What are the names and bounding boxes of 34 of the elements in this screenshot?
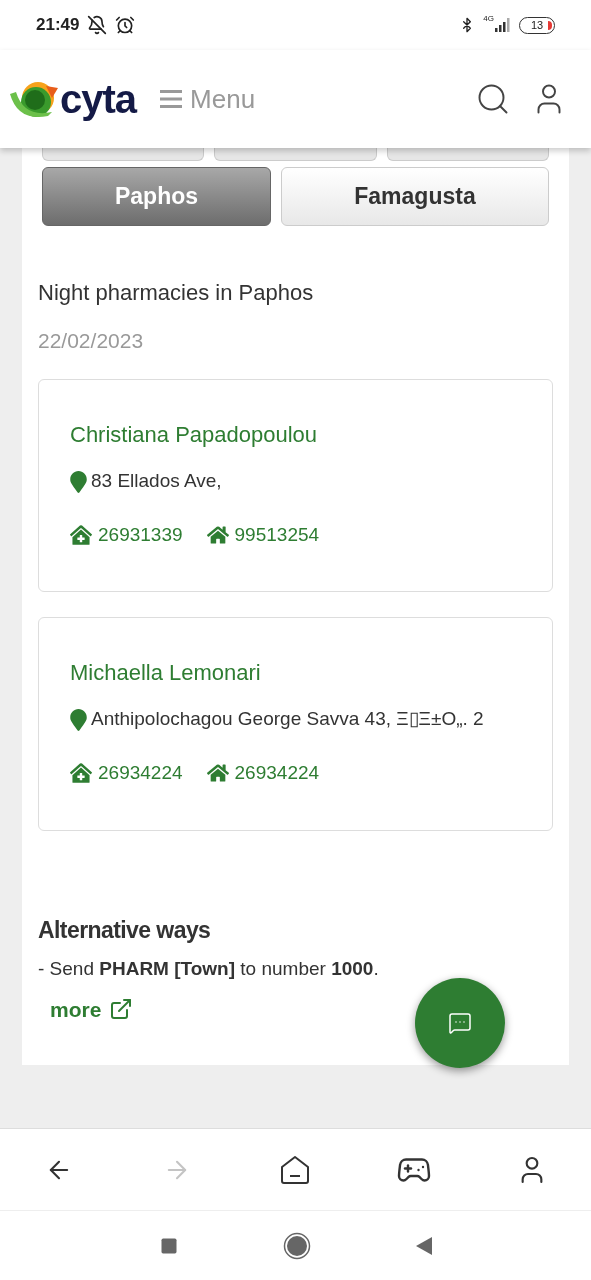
address: Anthipolochagou George Savva 43, Ξ▯Ξ±Ο„. 2 <box>91 707 484 731</box>
phone-link[interactable]: 99513254 <box>206 520 320 549</box>
map-pin-icon <box>70 709 87 731</box>
phone-link[interactable]: 26934224 <box>206 759 320 788</box>
sms-instruction: - Send PHARM [Town] to number 1000. <box>38 957 380 981</box>
house-plus-icon <box>70 763 92 784</box>
alarm-icon <box>115 15 136 35</box>
home-icon[interactable] <box>279 1153 312 1186</box>
cyta-wordmark[interactable]: cyta <box>60 79 137 119</box>
phone-link[interactable]: 26931339 <box>70 520 183 549</box>
tab-button[interactable]: Famagusta <box>281 167 549 226</box>
section-heading: Alternative ways <box>38 915 212 945</box>
menu-icon <box>160 89 183 109</box>
tab-button[interactable]: Paphos <box>42 167 271 226</box>
menu-button[interactable]: Menu <box>160 79 256 119</box>
house-icon <box>206 763 229 784</box>
pharmacy-name[interactable]: Michaella Lemonari <box>70 656 508 689</box>
house-icon <box>206 524 229 545</box>
bell-off-icon <box>87 15 108 35</box>
pharmacy-name[interactable]: Christiana Papadopoulou <box>70 417 508 451</box>
signal-icon <box>495 18 511 32</box>
address: 83 Ellados Ave, <box>91 468 222 493</box>
external-link-icon <box>109 997 134 1022</box>
back-button-icon[interactable] <box>414 1235 433 1256</box>
phone-link[interactable]: 26934224 <box>70 759 183 788</box>
page-title: Night pharmacies in Paphos <box>38 279 315 307</box>
network-label: 4G <box>483 13 494 25</box>
more-link[interactable]: more <box>50 993 134 1025</box>
clock: 21:49 <box>36 14 80 37</box>
house-plus-icon <box>70 524 92 545</box>
map-pin-icon <box>70 470 87 493</box>
home-button-icon[interactable] <box>282 1231 311 1260</box>
chat-icon <box>448 1011 472 1035</box>
date: 22/02/2023 <box>38 328 145 354</box>
